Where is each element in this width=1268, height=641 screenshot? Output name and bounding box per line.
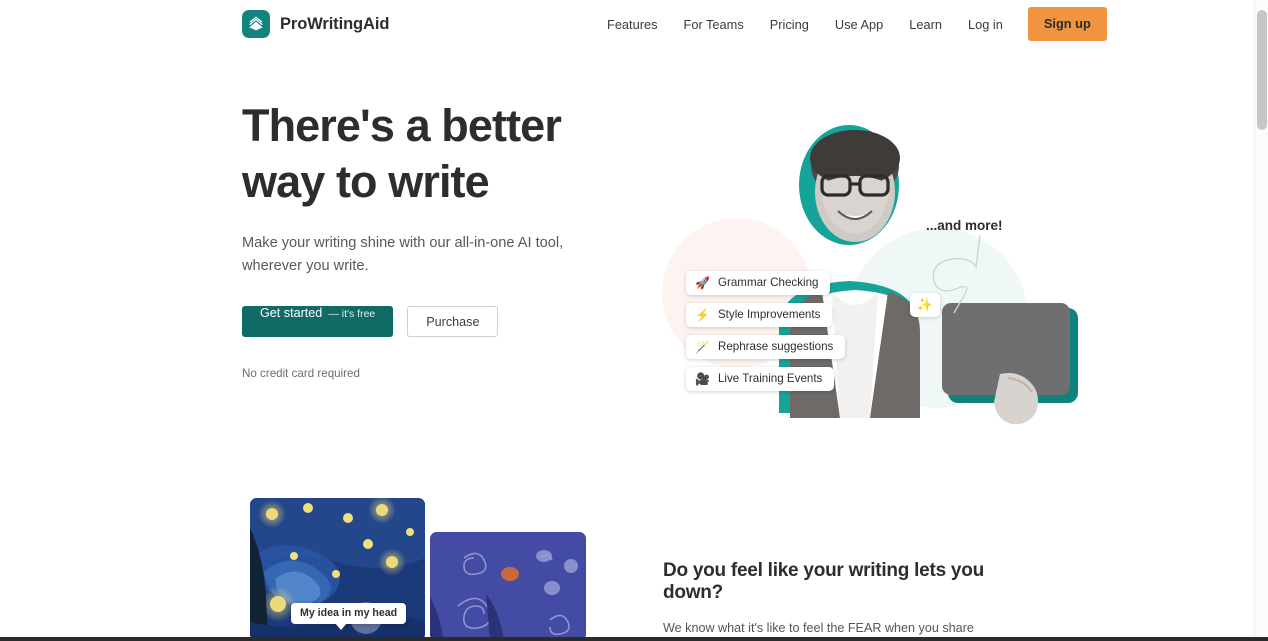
hero-title: There's a better way to write <box>242 98 642 210</box>
scrollbar-thumb[interactable] <box>1257 10 1267 130</box>
page-scrollbar[interactable] <box>1254 0 1268 637</box>
video-camera-icon: 🎥 <box>695 371 710 386</box>
nav-link-learn[interactable]: Learn <box>896 11 955 38</box>
rocket-icon: 🚀 <box>695 275 710 290</box>
hero-copy: There's a better way to write Make your … <box>242 98 642 380</box>
nav-link-pricing[interactable]: Pricing <box>757 11 822 38</box>
chip-rephrase-suggestions[interactable]: 🪄 Rephrase suggestions <box>686 335 846 359</box>
get-started-button[interactable]: Get started — it's free <box>242 306 394 337</box>
chip-grammar-checking[interactable]: 🚀 Grammar Checking <box>686 271 831 295</box>
section2-title: Do you feel like your writing lets you d… <box>663 560 984 603</box>
get-started-label: Get started <box>260 306 323 320</box>
chip-label: Live Training Events <box>717 372 823 385</box>
hero-subtitle: Make your writing shine with our all-in-… <box>242 235 564 274</box>
flat-blue-image <box>430 532 586 641</box>
hero-cta-group: Get started — it's free Purchase <box>242 306 642 337</box>
nav-link-for-teams[interactable]: For Teams <box>671 11 757 38</box>
primary-nav: Features For Teams Pricing Use App Learn… <box>600 0 1107 48</box>
site-header: ProWritingAid Features For Teams Pricing… <box>0 0 1254 48</box>
hero-illustration: 🚀 Grammar Checking ⚡ Style Improvements … <box>650 108 1078 438</box>
purchase-button[interactable]: Purchase <box>407 306 499 337</box>
no-credit-card-note: No credit card required <box>242 367 360 380</box>
hero-title-line-1: There's a better <box>242 100 562 151</box>
nav-link-log-in[interactable]: Log in <box>955 11 1016 38</box>
decorative-squiggle <box>932 234 981 314</box>
hero-title-line-2: way to write <box>242 156 490 207</box>
page-root: ProWritingAid Features For Teams Pricing… <box>0 0 1268 641</box>
chip-label: Grammar Checking <box>717 276 819 289</box>
nav-link-features[interactable]: Features <box>600 11 671 38</box>
sign-up-button[interactable]: Sign up <box>1027 7 1107 41</box>
viewport-bottom-edge <box>0 637 1268 641</box>
chip-live-training-events[interactable]: 🎥 Live Training Events <box>686 367 835 391</box>
nav-link-use-app[interactable]: Use App <box>822 11 896 38</box>
lightning-icon: ⚡ <box>695 307 710 322</box>
magic-wand-icon: 🪄 <box>695 339 710 354</box>
chip-style-improvements[interactable]: ⚡ Style Improvements <box>686 303 833 327</box>
chip-label: Style Improvements <box>717 308 821 321</box>
feature-chip-list: 🚀 Grammar Checking ⚡ Style Improvements … <box>686 271 846 399</box>
brand-name: ProWritingAid <box>280 14 390 33</box>
and-more-label: ...and more! <box>926 218 1003 233</box>
brand-logo[interactable]: ProWritingAid <box>242 10 389 38</box>
chip-label: Rephrase suggestions <box>717 340 834 353</box>
get-started-free-note: — it's free <box>328 308 376 320</box>
image-caption-my-idea: My idea in my head <box>291 603 407 630</box>
book-pages-icon <box>242 10 270 38</box>
section2-copy: Do you feel like your writing lets you d… <box>663 560 1023 641</box>
